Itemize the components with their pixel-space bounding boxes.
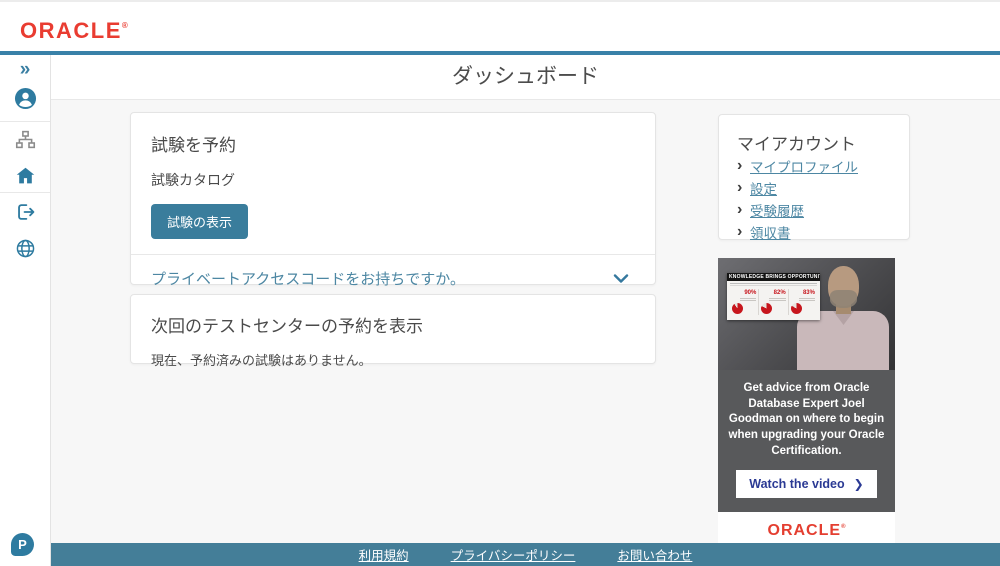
- video-promo-banner[interactable]: KNOWLEDGE BRINGS OPPORTUNITY 90% 82% 83%…: [718, 258, 895, 550]
- settings-link[interactable]: 設定: [750, 178, 777, 198]
- stat-caption-line: [740, 300, 757, 301]
- promo-oracle-text: ORACLE: [767, 522, 842, 540]
- view-exams-button[interactable]: 試験の表示: [151, 204, 249, 239]
- sitemap-icon[interactable]: [0, 129, 50, 150]
- stat-caption-line: [769, 300, 786, 301]
- chevron-right-icon: ❯: [853, 477, 864, 492]
- promo-oracle-logo: ORACLE®: [718, 512, 895, 544]
- slide-stat-column: 82%: [758, 289, 787, 315]
- stat-caption-line: [798, 298, 815, 299]
- my-account-card: マイアカウント › マイプロファイル › 設定 › 受験履歴 › 領収書: [718, 114, 910, 243]
- main-area: ダッシュボード 試験を予約 試験カタログ 試験の表示 プライベートアクセスコード…: [51, 55, 1000, 566]
- stat-value: 82%: [773, 290, 786, 296]
- content-area: 試験を予約 試験カタログ 試験の表示 プライベートアクセスコードをお持ちですか。…: [51, 100, 1000, 550]
- logout-icon[interactable]: [0, 201, 50, 223]
- book-exam-card: 試験を予約 試験カタログ 試験の表示 プライベートアクセスコードをお持ちですか。…: [130, 112, 656, 314]
- chevron-down-icon[interactable]: [613, 270, 629, 288]
- oracle-logo: ORACLE®: [20, 14, 128, 43]
- stat-value: 90%: [744, 290, 757, 296]
- pearson-logo[interactable]: P: [11, 533, 34, 556]
- stat-caption-line: [798, 300, 815, 301]
- receipts-link[interactable]: 領収書: [750, 222, 791, 242]
- my-account-link-row[interactable]: › 領収書: [737, 221, 891, 243]
- stat-value: 83%: [802, 290, 815, 296]
- watch-button-wrap: Watch the video ❯: [718, 459, 895, 512]
- chevron-right-icon: ›: [737, 201, 743, 218]
- chevron-right-icon: ›: [737, 179, 743, 196]
- page-title: ダッシュボード: [51, 55, 1000, 100]
- exam-history-link[interactable]: 受験履歴: [750, 200, 804, 220]
- slide-title: KNOWLEDGE BRINGS OPPORTUNITY: [727, 273, 820, 281]
- globe-icon[interactable]: [0, 238, 50, 259]
- pie-chart-icon: [761, 303, 773, 314]
- private-access-question: プライベートアクセスコードをお持ちですか。: [151, 271, 465, 288]
- watch-video-label: Watch the video: [749, 477, 845, 492]
- contact-link[interactable]: お問い合わせ: [617, 545, 692, 564]
- sidebar-divider: [0, 121, 50, 122]
- slide-stat-column: 83%: [787, 289, 817, 315]
- slide-stat-column: 90%: [730, 289, 758, 315]
- exam-catalog-label: 試験カタログ: [151, 172, 235, 188]
- my-account-link-row[interactable]: › マイプロファイル: [737, 155, 891, 177]
- sidebar-divider: [0, 192, 50, 193]
- chevron-right-icon: ›: [737, 157, 743, 174]
- my-account-title: マイアカウント: [737, 135, 856, 154]
- slide-stats-row: 90% 82% 83%: [730, 289, 817, 315]
- promo-message: Get advice from Oracle Database Expert J…: [728, 382, 885, 457]
- sidebar: » P: [0, 55, 51, 566]
- stat-caption-line: [769, 298, 786, 299]
- registered-mark: ®: [121, 21, 128, 30]
- slide-subtext-lines: [730, 283, 817, 288]
- top-header: ORACLE®: [0, 2, 1000, 51]
- pie-chart-icon: [790, 303, 802, 314]
- presentation-slide: KNOWLEDGE BRINGS OPPORTUNITY 90% 82% 83%: [727, 273, 820, 320]
- pie-chart-icon: [732, 303, 743, 314]
- my-account-link-row[interactable]: › 設定: [737, 177, 891, 199]
- privacy-policy-link[interactable]: プライバシーポリシー: [451, 545, 576, 564]
- appointments-card: 次回のテストセンターの予約を表示 現在、予約済みの試験はありません。: [130, 294, 656, 368]
- appointments-title: 次回のテストセンターの予約を表示: [151, 317, 423, 336]
- book-exam-title: 試験を予約: [151, 136, 236, 155]
- my-profile-link[interactable]: マイプロファイル: [750, 156, 858, 176]
- chevron-right-icon: ›: [737, 223, 743, 240]
- dashboard-page: ORACLE® » P ダッシュボード 試験を予約 試験カタログ 試験の表示 プ…: [0, 0, 1000, 566]
- watch-video-button[interactable]: Watch the video ❯: [736, 470, 877, 499]
- registered-mark: ®: [841, 524, 846, 531]
- presenter-beard: [830, 290, 857, 308]
- oracle-logo-text: ORACLE: [20, 18, 122, 43]
- appointments-empty-message: 現在、予約済みの試験はありません。: [151, 353, 372, 368]
- video-thumbnail[interactable]: KNOWLEDGE BRINGS OPPORTUNITY 90% 82% 83%: [718, 258, 895, 370]
- my-account-link-row[interactable]: › 受験履歴: [737, 199, 891, 221]
- profile-icon[interactable]: [0, 87, 50, 110]
- sidebar-expand-icon[interactable]: »: [0, 59, 50, 81]
- footer: 利用規約 プライバシーポリシー お問い合わせ: [51, 543, 1000, 566]
- stat-caption-line: [740, 298, 757, 299]
- home-icon[interactable]: [0, 165, 50, 186]
- terms-link[interactable]: 利用規約: [359, 545, 409, 564]
